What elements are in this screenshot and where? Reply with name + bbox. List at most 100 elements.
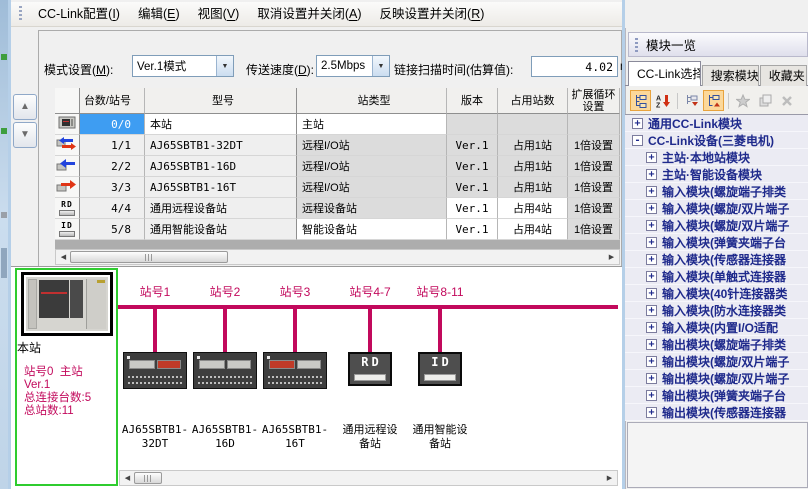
cell-cyclic[interactable] bbox=[568, 114, 620, 135]
expand-icon[interactable]: + bbox=[646, 186, 657, 197]
collapse-all-icon[interactable] bbox=[681, 90, 702, 111]
delete-icon[interactable] bbox=[776, 90, 797, 111]
expand-icon[interactable]: + bbox=[646, 152, 657, 163]
cell-model[interactable]: 本站 bbox=[145, 114, 297, 135]
tree-item[interactable]: +输入模块(螺旋/双片端子 bbox=[625, 200, 808, 217]
expand-icon[interactable]: + bbox=[646, 254, 657, 265]
cell-model[interactable]: AJ65SBTB1-32DT bbox=[145, 135, 297, 156]
cell-model[interactable]: AJ65SBTB1-16D bbox=[145, 156, 297, 177]
link-scan-time-field[interactable]: 4.02 bbox=[531, 56, 618, 77]
expand-icon[interactable]: + bbox=[646, 339, 657, 350]
tree-item[interactable]: +输出模块(螺旋/双片端子 bbox=[625, 353, 808, 370]
cell-cyclic[interactable]: 1倍设置 bbox=[568, 219, 620, 240]
expand-icon[interactable]: + bbox=[646, 390, 657, 401]
table-row[interactable]: 1/1AJ65SBTB1-32DT远程I/O站Ver.1占用1站1倍设置 bbox=[55, 135, 620, 156]
cell-occupied[interactable] bbox=[498, 114, 568, 135]
tree-item[interactable]: +输入模块(弹簧夹端子台 bbox=[625, 234, 808, 251]
tree-item[interactable]: +输出模块(弹簧夹端子台 bbox=[625, 387, 808, 404]
scroll-right-icon[interactable]: ▶ bbox=[605, 250, 618, 264]
group-by-type-icon[interactable] bbox=[630, 90, 651, 111]
tree-item[interactable]: +输入模块(螺旋/双片端子 bbox=[625, 217, 808, 234]
expand-icon[interactable]: + bbox=[646, 169, 657, 180]
add-favorite-icon[interactable] bbox=[754, 90, 775, 111]
tab-2[interactable]: 收藏夹 bbox=[760, 65, 807, 86]
expand-icon[interactable]: + bbox=[646, 203, 657, 214]
expand-icon[interactable]: + bbox=[646, 220, 657, 231]
cell-model[interactable]: 通用智能设备站 bbox=[145, 219, 297, 240]
tree-item[interactable]: +输出模块(螺旋/双片端子 bbox=[625, 370, 808, 387]
cell-no[interactable]: 2/2 bbox=[80, 156, 145, 177]
cell-version[interactable]: Ver.1 bbox=[447, 156, 498, 177]
scroll-right-icon[interactable]: ▶ bbox=[603, 471, 616, 485]
sort-az-icon[interactable]: AZ bbox=[652, 90, 673, 111]
device-station-box[interactable]: ID bbox=[418, 352, 462, 386]
expand-icon[interactable]: + bbox=[646, 373, 657, 384]
cell-version[interactable] bbox=[447, 114, 498, 135]
tree-item[interactable]: -CC-Link设备(三菱电机) bbox=[625, 132, 808, 149]
cell-model[interactable]: AJ65SBTB1-16T bbox=[145, 177, 297, 198]
table-h-scrollbar[interactable]: ◀ ▶ bbox=[55, 249, 620, 265]
expand-icon[interactable]: + bbox=[646, 237, 657, 248]
cell-no[interactable]: 0/0 bbox=[80, 114, 145, 135]
cell-version[interactable]: Ver.1 bbox=[447, 135, 498, 156]
tab-1[interactable]: 搜索模块 bbox=[702, 65, 759, 86]
chevron-down-icon[interactable]: ▼ bbox=[372, 56, 389, 76]
cell-cyclic[interactable]: 1倍设置 bbox=[568, 135, 620, 156]
tree-item[interactable]: +输入模块(单触式连接器 bbox=[625, 268, 808, 285]
tree-item[interactable]: +主站·智能设备模块 bbox=[625, 166, 808, 183]
cell-type[interactable]: 主站 bbox=[297, 114, 447, 135]
table-row[interactable]: 2/2AJ65SBTB1-16D远程I/O站Ver.1占用1站1倍设置 bbox=[55, 156, 620, 177]
cell-type[interactable]: 远程I/O站 bbox=[297, 177, 447, 198]
diagram-h-scrollbar[interactable]: ◀ ▶ bbox=[119, 470, 618, 486]
cell-type[interactable]: 智能设备站 bbox=[297, 219, 447, 240]
cell-occupied[interactable]: 占用4站 bbox=[498, 219, 568, 240]
menu-item-3[interactable]: 取消设置并关闭(A) bbox=[248, 3, 370, 26]
master-plc-image[interactable] bbox=[21, 272, 113, 336]
menu-item-0[interactable]: CC-Link配置(I) bbox=[29, 3, 129, 26]
cell-cyclic[interactable]: 1倍设置 bbox=[568, 177, 620, 198]
cell-type[interactable]: 远程I/O站 bbox=[297, 135, 447, 156]
collapse-icon[interactable]: - bbox=[632, 135, 643, 146]
expand-icon[interactable]: + bbox=[646, 407, 657, 418]
cell-cyclic[interactable]: 1倍设置 bbox=[568, 198, 620, 219]
table-row[interactable]: 0/0本站主站 bbox=[55, 114, 620, 135]
expand-icon[interactable]: + bbox=[646, 271, 657, 282]
tree-item[interactable]: +输出模块(螺旋端子排类 bbox=[625, 336, 808, 353]
expand-icon[interactable]: + bbox=[646, 322, 657, 333]
cell-type[interactable]: 远程I/O站 bbox=[297, 156, 447, 177]
cell-no[interactable]: 5/8 bbox=[80, 219, 145, 240]
tree-item[interactable]: +输出模块(传感器连接器 bbox=[625, 404, 808, 421]
tree-item[interactable]: +输入模块(传感器连接器 bbox=[625, 251, 808, 268]
expand-selected-icon[interactable] bbox=[703, 90, 724, 111]
table-scroll-thumb[interactable] bbox=[70, 251, 228, 263]
expand-icon[interactable]: + bbox=[646, 356, 657, 367]
remote-module-image[interactable] bbox=[263, 352, 327, 389]
table-row[interactable]: RD4/4通用远程设备站远程设备站Ver.1占用4站1倍设置 bbox=[55, 198, 620, 219]
favorite-star-icon[interactable] bbox=[732, 90, 753, 111]
tree-item[interactable]: +通用CC-Link模块 bbox=[625, 115, 808, 132]
cell-no[interactable]: 4/4 bbox=[80, 198, 145, 219]
cell-no[interactable]: 1/1 bbox=[80, 135, 145, 156]
scroll-left-icon[interactable]: ◀ bbox=[121, 471, 134, 485]
remote-module-image[interactable] bbox=[123, 352, 187, 389]
speed-select[interactable]: 2.5Mbps ▼ bbox=[316, 55, 390, 77]
chevron-down-icon[interactable]: ▼ bbox=[216, 56, 233, 76]
expand-icon[interactable]: + bbox=[646, 305, 657, 316]
expand-icon[interactable]: + bbox=[632, 118, 643, 129]
cell-occupied[interactable]: 占用1站 bbox=[498, 177, 568, 198]
mode-select[interactable]: Ver.1模式 ▼ bbox=[132, 55, 234, 77]
cell-version[interactable]: Ver.1 bbox=[447, 177, 498, 198]
cell-occupied[interactable]: 占用4站 bbox=[498, 198, 568, 219]
cell-occupied[interactable]: 占用1站 bbox=[498, 156, 568, 177]
move-down-icon[interactable]: ▼ bbox=[13, 122, 37, 148]
cell-cyclic[interactable]: 1倍设置 bbox=[568, 156, 620, 177]
expand-icon[interactable]: + bbox=[646, 288, 657, 299]
tree-item[interactable]: +输入模块(40针连接器类 bbox=[625, 285, 808, 302]
table-row[interactable]: ID5/8通用智能设备站智能设备站Ver.1占用4站1倍设置 bbox=[55, 219, 620, 240]
cell-occupied[interactable]: 占用1站 bbox=[498, 135, 568, 156]
menu-item-2[interactable]: 视图(V) bbox=[189, 3, 249, 26]
cell-version[interactable]: Ver.1 bbox=[447, 198, 498, 219]
remote-module-image[interactable] bbox=[193, 352, 257, 389]
device-station-box[interactable]: RD bbox=[348, 352, 392, 386]
tree-item[interactable]: +输入模块(螺旋端子排类 bbox=[625, 183, 808, 200]
